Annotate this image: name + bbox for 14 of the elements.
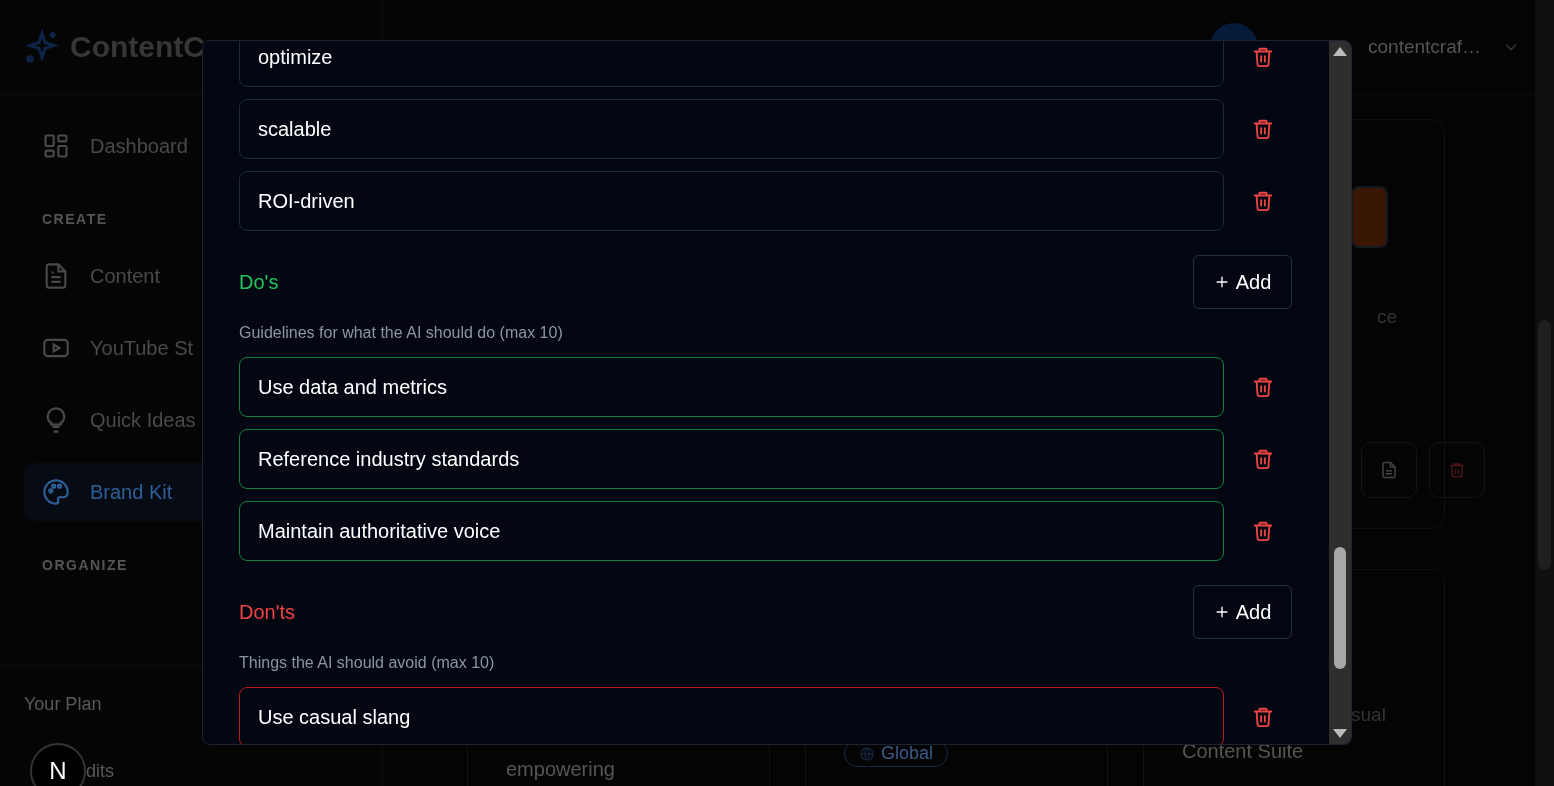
plan-label: Your Plan (24, 694, 102, 715)
credits-text: dits (86, 760, 114, 782)
sidebar-label: Content (90, 264, 161, 288)
section-heading: Do's (239, 270, 279, 294)
sidebar-label: Dashboard (90, 134, 188, 158)
section-label: ORGANIZE (41, 556, 129, 575)
card-text: empowering (506, 758, 616, 781)
section-description: Guidelines for what the AI should do (max 10) (239, 323, 564, 343)
sidebar-label: YouTube St (90, 336, 194, 360)
section-description: Things the AI should avoid (max 10) (239, 653, 496, 673)
sidebar-label: Quick Ideas (90, 408, 196, 432)
section-label: CREATE (41, 210, 109, 229)
sidebar-label: Brand Kit (90, 480, 173, 504)
section-heading: Don'ts (239, 600, 296, 624)
